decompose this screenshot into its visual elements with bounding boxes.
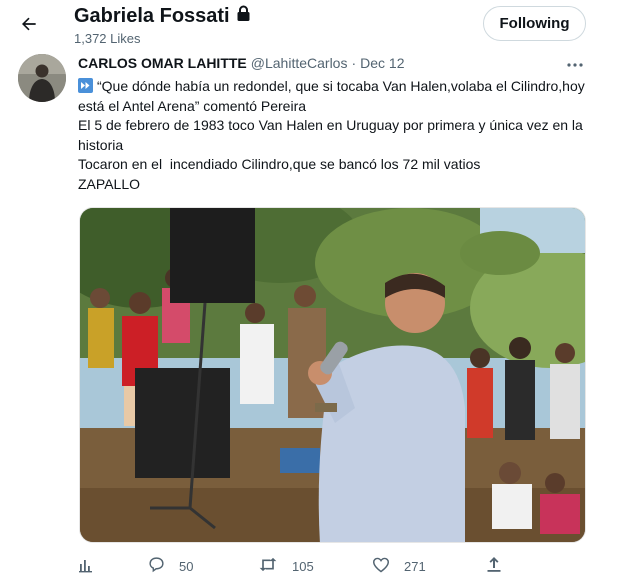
following-button[interactable]: Following [483, 6, 586, 41]
retweet-button[interactable]: 105 [258, 552, 314, 580]
retweet-count: 105 [292, 558, 314, 574]
more-horizontal-icon [567, 54, 583, 72]
arrow-left-icon [19, 14, 39, 39]
profile-name: Gabriela Fossati [74, 5, 251, 28]
profile-name-text: Gabriela Fossati [74, 5, 230, 27]
tweet-text-line: Tocaron en el incendiado Cilindro,que se… [78, 156, 481, 172]
analytics-button[interactable] [78, 552, 94, 580]
author-name[interactable]: CARLOS OMAR LAHITTE [78, 55, 247, 71]
tweet-actions: 50 105 271 [78, 552, 588, 580]
tweet-date[interactable]: Dec 12 [360, 55, 404, 71]
separator: · [351, 55, 357, 71]
avatar[interactable] [18, 54, 66, 102]
tweet-text-line: ZAPALLO [78, 175, 140, 192]
share-icon [486, 556, 502, 576]
reply-button[interactable]: 50 [148, 552, 193, 580]
heart-icon [372, 557, 390, 576]
tweet-photo[interactable] [79, 207, 586, 543]
author-handle[interactable]: @LahitteCarlos [251, 55, 348, 71]
fast-forward-icon [78, 78, 93, 93]
profile-header: Gabriela Fossati 1,372 Likes Following [0, 0, 622, 50]
back-button[interactable] [12, 9, 46, 43]
retweet-icon [258, 556, 278, 576]
reply-icon [148, 556, 165, 576]
lock-icon [236, 5, 251, 28]
like-button[interactable]: 271 [372, 552, 426, 580]
tweet-text-line: “Que dónde había un redondel, que si toc… [78, 78, 589, 114]
more-button[interactable] [563, 52, 587, 74]
tweet-header: CARLOS OMAR LAHITTE @LahitteCarlos · Dec… [78, 55, 405, 71]
tweet-text-line: El 5 de febrero de 1983 toco Van Halen e… [78, 117, 587, 153]
reply-count: 50 [179, 558, 194, 574]
likes-count: 1,372 Likes [74, 31, 141, 46]
like-count: 271 [404, 558, 426, 574]
tweet-text: “Que dónde había un redondel, que si toc… [78, 77, 588, 194]
share-button[interactable] [486, 552, 502, 580]
analytics-icon [78, 557, 94, 576]
